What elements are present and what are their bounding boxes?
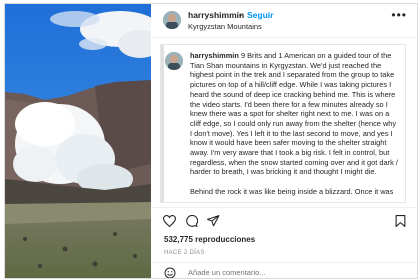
avatar[interactable]	[163, 11, 181, 29]
heart-icon[interactable]	[162, 214, 177, 232]
emoji-icon[interactable]	[164, 266, 176, 278]
comment-icon[interactable]	[185, 214, 199, 232]
action-bar	[152, 207, 417, 232]
caption-avatar[interactable]	[165, 52, 183, 70]
post-header: harryshimmin • Seguir Kyrgyzstan Mountai…	[152, 4, 417, 38]
bookmark-icon[interactable]	[395, 214, 406, 232]
follow-button[interactable]: Seguir	[247, 10, 273, 20]
location-link[interactable]: Kyrgyzstan Mountains	[188, 22, 262, 31]
comment-bar	[152, 262, 417, 278]
post-side-panel: harryshimmin • Seguir Kyrgyzstan Mountai…	[152, 4, 417, 278]
post-timestamp[interactable]: HACE 2 DÍAS	[164, 250, 205, 256]
scrollbar[interactable]	[161, 45, 164, 202]
comment-input[interactable]	[188, 266, 368, 278]
post-container: harryshimmin • Seguir Kyrgyzstan Mountai…	[4, 3, 418, 279]
caption-username[interactable]: harryshimmin	[190, 51, 239, 60]
caption-scroll-area[interactable]: harryshimmin 9 Brits and 1 American on a…	[160, 44, 406, 203]
post-video[interactable]	[5, 4, 151, 278]
avatar-image	[163, 11, 181, 29]
view-count[interactable]: 532,775 reproducciones	[164, 235, 255, 244]
header-separator: •	[239, 10, 242, 20]
avatar-image	[165, 52, 183, 70]
caption-text: harryshimmin 9 Brits and 1 American on a…	[190, 51, 400, 197]
caption-body: 9 Brits and 1 American on a guided tour …	[190, 51, 398, 196]
avalanche-video-frame	[5, 4, 151, 278]
header-username[interactable]: harryshimmin	[188, 10, 244, 20]
more-horizontal-icon[interactable]: •••	[391, 8, 407, 22]
share-icon[interactable]	[207, 214, 220, 232]
